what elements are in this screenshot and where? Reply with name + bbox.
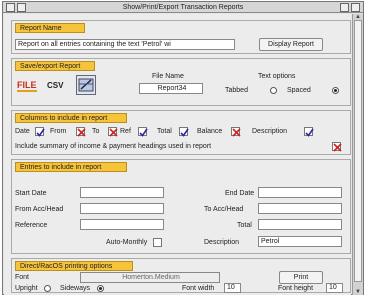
- report-name-input[interactable]: Report on all entries containing the tex…: [15, 39, 235, 50]
- column-checkbox-ref[interactable]: [138, 127, 148, 137]
- summary-label: Include summary of income & payment head…: [15, 143, 212, 150]
- file-name-input[interactable]: Report34: [139, 83, 203, 94]
- columns-section: Columns to include in report Date From To R…: [11, 110, 351, 155]
- display-report-button[interactable]: Display Report: [259, 38, 323, 51]
- save-export-section: Save/export Report FILE CSV File Name Re…: [11, 58, 351, 106]
- to-acc-head-input[interactable]: [258, 203, 342, 214]
- from-acc-head-label: From Acc/Head: [15, 206, 64, 213]
- end-date-input[interactable]: [258, 187, 342, 198]
- tabbed-label: Tabbed: [225, 87, 248, 94]
- entries-section: Entries to include in report Start Date …: [11, 159, 351, 254]
- total-input[interactable]: [258, 219, 342, 230]
- font-width-label: Font width: [182, 285, 215, 292]
- column-label-total: Total: [157, 128, 172, 135]
- title-bar[interactable]: Show/Print/Export Transaction Reports: [3, 2, 363, 13]
- column-checkbox-description[interactable]: [304, 127, 314, 137]
- upright-radio[interactable]: [44, 285, 51, 292]
- column-label-balance: Balance: [197, 128, 223, 135]
- report-window: Show/Print/Export Transaction Reports Re…: [2, 1, 364, 295]
- reference-input[interactable]: [80, 219, 164, 230]
- column-label-description: Description: [252, 128, 288, 135]
- columns-header: Columns to include in report: [15, 113, 127, 123]
- font-width-input[interactable]: 10: [224, 283, 241, 293]
- column-label-ref: Ref: [120, 128, 131, 135]
- to-acc-head-label: To Acc/Head: [204, 206, 244, 213]
- column-checkbox-balance[interactable]: [231, 127, 241, 137]
- csv-icon-text: CSV: [47, 81, 64, 90]
- printing-header: Direct/RacOS printing options: [15, 261, 133, 271]
- text-options-label: Text options: [258, 73, 296, 80]
- csv-export-icon[interactable]: CSV: [46, 77, 66, 93]
- sideways-radio[interactable]: [97, 285, 104, 292]
- printing-section: Direct/RacOS printing options Font Homer…: [11, 258, 351, 293]
- window-content: Report Name Report on all entries contai…: [4, 14, 351, 295]
- reference-label: Reference: [15, 222, 48, 229]
- column-label-date: Date: [15, 128, 30, 135]
- auto-monthly-label: Auto-Monthly: [106, 239, 148, 246]
- auto-monthly-checkbox[interactable]: [153, 238, 162, 247]
- report-name-header: Report Name: [15, 23, 85, 33]
- column-checkbox-total[interactable]: [179, 127, 189, 137]
- vertical-scrollbar[interactable]: ▲ ▼: [352, 14, 363, 295]
- summary-checkbox[interactable]: [332, 142, 342, 152]
- font-height-label: Font height: [278, 285, 314, 292]
- toggle-size-icon[interactable]: [351, 3, 360, 12]
- from-acc-head-input[interactable]: [80, 203, 164, 214]
- font-height-input[interactable]: 10: [326, 283, 343, 293]
- file-name-label: File Name: [152, 73, 184, 80]
- iconise-icon[interactable]: [340, 3, 349, 12]
- column-checkbox-from[interactable]: [76, 127, 86, 137]
- column-label-from: From: [50, 128, 67, 135]
- start-date-input[interactable]: [80, 187, 164, 198]
- font-display[interactable]: Homerton.Medium: [80, 272, 220, 283]
- total-label: Total: [237, 222, 252, 229]
- report-name-section: Report Name Report on all entries contai…: [11, 20, 351, 54]
- file-icon-text: FILE: [17, 80, 37, 90]
- column-label-to: To: [92, 128, 100, 135]
- end-date-label: End Date: [225, 190, 255, 197]
- spaced-label: Spaced: [287, 87, 311, 94]
- print-button[interactable]: Print: [279, 271, 323, 284]
- spreadsheet-icon[interactable]: [76, 75, 96, 95]
- tabbed-radio[interactable]: [270, 87, 277, 94]
- scroll-down-icon[interactable]: ▼: [354, 289, 362, 295]
- column-checkbox-date[interactable]: [35, 127, 45, 137]
- start-date-label: Start Date: [15, 190, 47, 197]
- file-save-icon[interactable]: FILE: [16, 76, 38, 94]
- description-input[interactable]: Petrol: [258, 236, 342, 247]
- scrollbar-thumb[interactable]: [354, 20, 362, 282]
- font-label: Font: [15, 274, 30, 281]
- sideways-label: Sideways: [60, 285, 90, 292]
- upright-label: Upright: [15, 285, 38, 292]
- window-title: Show/Print/Export Transaction Reports: [122, 4, 244, 11]
- entries-header: Entries to include in report: [15, 162, 127, 172]
- description-label: Description: [204, 239, 240, 246]
- column-checkbox-to[interactable]: [108, 127, 118, 137]
- spaced-radio[interactable]: [332, 87, 339, 94]
- save-export-header: Save/export Report: [15, 61, 95, 71]
